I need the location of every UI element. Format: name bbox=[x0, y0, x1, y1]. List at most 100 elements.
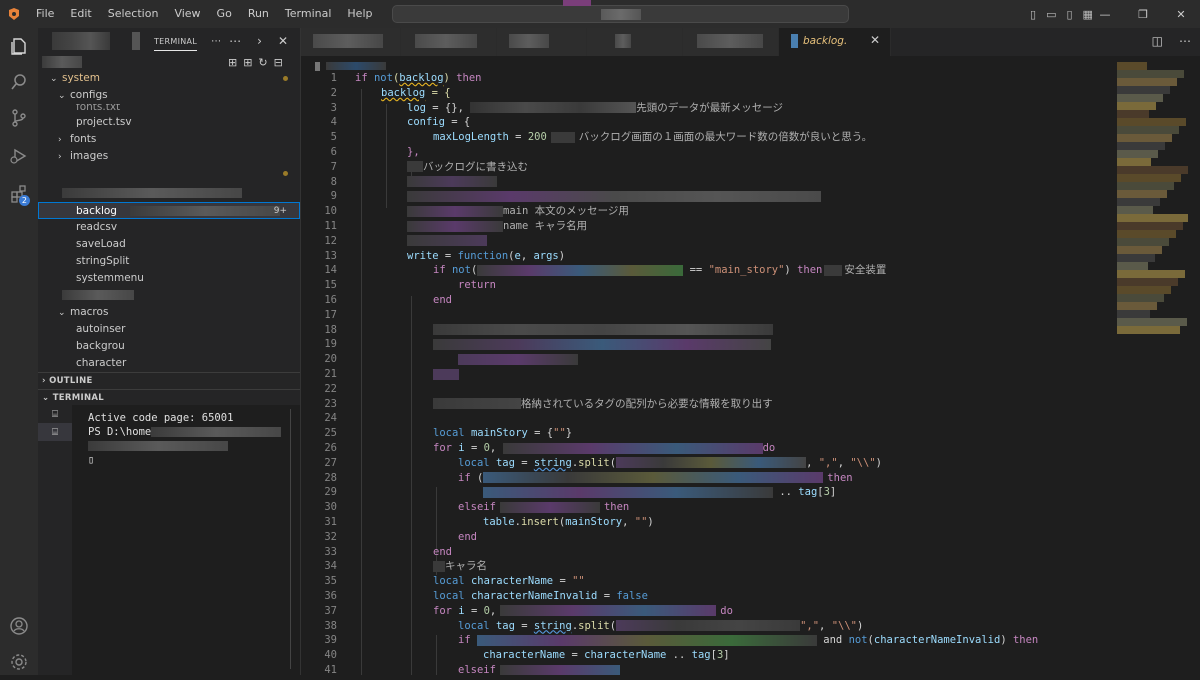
redacted-block bbox=[130, 206, 281, 216]
chevron-down-icon: ⌄ bbox=[58, 308, 66, 318]
minimap-block bbox=[1117, 326, 1180, 334]
minimap-block bbox=[1117, 102, 1156, 110]
token: local bbox=[433, 590, 471, 602]
toggle-primary-sidebar-icon[interactable]: ▯ bbox=[1030, 8, 1036, 21]
token: tag bbox=[691, 649, 711, 662]
source-control-icon[interactable] bbox=[0, 100, 38, 136]
token: , bbox=[806, 456, 819, 469]
tree-file-stringsplit[interactable]: stringSplit bbox=[38, 253, 300, 270]
menu-file[interactable]: File bbox=[28, 0, 62, 28]
editor-tab[interactable] bbox=[497, 28, 587, 56]
menu-terminal[interactable]: Terminal bbox=[277, 0, 340, 28]
minimap-block bbox=[1117, 142, 1165, 150]
tree-file-backlog[interactable]: backlog 9+ bbox=[38, 202, 300, 219]
redacted-block bbox=[42, 56, 82, 68]
menu-edit[interactable]: Edit bbox=[62, 0, 99, 28]
terminal-instance-icon[interactable]: ⌸ bbox=[38, 423, 72, 441]
restore-icon[interactable]: ❐ bbox=[1124, 8, 1162, 21]
editor-tab[interactable] bbox=[683, 28, 779, 56]
terminal-panel[interactable]: ⌸ ⌸ Active code page: 65001 PS D:\home ▯ bbox=[38, 405, 300, 675]
minimap-block bbox=[1117, 262, 1148, 270]
token: not bbox=[373, 72, 393, 84]
account-icon[interactable] bbox=[0, 608, 38, 644]
line-number: 18 bbox=[324, 323, 337, 336]
token: end bbox=[458, 530, 477, 543]
split-editor-icon[interactable]: ◫ bbox=[1152, 34, 1163, 48]
outline-section-header[interactable]: › OUTLINE bbox=[38, 372, 300, 389]
chevron-right-icon: › bbox=[42, 376, 50, 386]
extensions-icon[interactable]: 2 bbox=[0, 176, 38, 212]
tree-file-project-tsv[interactable]: project.tsv bbox=[38, 114, 300, 131]
toggle-panel-icon[interactable]: ▭ bbox=[1046, 8, 1056, 21]
tab-backlog[interactable]: backlog. ✕ bbox=[779, 28, 891, 56]
token: local bbox=[458, 456, 496, 469]
tree-folder-configs[interactable]: ⌄ configs bbox=[38, 87, 300, 104]
menu-help[interactable]: Help bbox=[339, 0, 380, 28]
code-editor[interactable]: 1 2 3 4 5 6 7 8 9 10 11 12 13 14 15 16 17 18 19 20 21 22 23 24 2… bbox=[301, 71, 1121, 675]
minimap-block bbox=[1117, 110, 1149, 118]
tree-redacted-folder[interactable] bbox=[38, 185, 300, 202]
line-number: 17 bbox=[324, 308, 337, 321]
minimap-block bbox=[1117, 318, 1187, 326]
close-icon[interactable]: ✕ bbox=[278, 34, 288, 48]
menu-selection[interactable]: Selection bbox=[100, 0, 167, 28]
minimap-block bbox=[1117, 158, 1151, 166]
menu-view[interactable]: View bbox=[166, 0, 208, 28]
tree-file-systemmenu[interactable]: systemmenu bbox=[38, 270, 300, 287]
more-actions-icon[interactable]: ⋯ bbox=[1179, 34, 1191, 48]
editor-tab[interactable] bbox=[401, 28, 497, 56]
more-icon[interactable]: ⋯ bbox=[229, 34, 241, 48]
terminal-section-header[interactable]: ⌄ TERMINAL bbox=[38, 389, 300, 406]
indent-guide bbox=[411, 296, 412, 675]
token: not bbox=[451, 264, 471, 277]
tree-folder-images[interactable]: › images bbox=[38, 148, 300, 165]
tree-file-autoinser[interactable]: autoinser bbox=[38, 321, 300, 338]
tree-file-character[interactable]: character bbox=[38, 355, 300, 372]
redacted-block bbox=[88, 441, 228, 451]
tree-file-backgrou[interactable]: backgrou bbox=[38, 338, 300, 355]
editor-scrollbar[interactable] bbox=[1188, 62, 1200, 675]
tree-file-saveload[interactable]: saveLoad bbox=[38, 236, 300, 253]
token: = bbox=[514, 456, 534, 469]
close-window-icon[interactable]: ✕ bbox=[1162, 8, 1200, 21]
terminal-instance-icon[interactable]: ⌸ bbox=[38, 405, 72, 423]
token: characterName bbox=[483, 649, 566, 662]
terminal-output[interactable]: Active code page: 65001 PS D:\home ▯ bbox=[88, 411, 282, 467]
editor-tab[interactable] bbox=[301, 28, 401, 56]
code-line-1: if not(backlog) then bbox=[355, 71, 481, 86]
tree-label: backlog bbox=[76, 205, 117, 217]
menu-go[interactable]: Go bbox=[209, 0, 240, 28]
minimap-block bbox=[1117, 70, 1184, 78]
minimap[interactable] bbox=[1117, 62, 1191, 675]
tab-terminal[interactable]: TERMINAL bbox=[154, 31, 198, 51]
editor-tab[interactable] bbox=[587, 28, 683, 56]
minimize-icon[interactable]: — bbox=[1086, 8, 1124, 21]
tree-folder-macros[interactable]: ⌄ macros bbox=[38, 304, 300, 321]
token: characterNameInvalid bbox=[470, 590, 598, 602]
terminal-scrollbar[interactable] bbox=[290, 409, 291, 669]
search-icon[interactable] bbox=[0, 64, 38, 100]
explorer-icon[interactable] bbox=[0, 28, 38, 64]
token: characterNameInvalid bbox=[873, 634, 1001, 647]
tree-folder-fonts[interactable]: › fonts bbox=[38, 131, 300, 148]
command-center-search[interactable] bbox=[392, 0, 849, 23]
minimap-block bbox=[1117, 270, 1185, 278]
tree-label: fonts bbox=[70, 133, 97, 145]
close-icon[interactable]: ✕ bbox=[870, 33, 880, 47]
explorer-actions[interactable]: ⊞⊞↻⊟ bbox=[228, 54, 289, 71]
redacted-block bbox=[499, 501, 600, 513]
token: 200 bbox=[527, 131, 547, 144]
toggle-secondary-sidebar-icon[interactable]: ▯ bbox=[1066, 8, 1072, 21]
menu-run[interactable]: Run bbox=[240, 0, 277, 28]
tree-folder-system[interactable]: ⌄ system bbox=[38, 70, 300, 87]
tree-file-fonts-txt[interactable]: fonts.txt bbox=[38, 104, 300, 114]
comment: main 本文のメッセージ用 bbox=[503, 205, 629, 218]
redacted-block bbox=[616, 457, 807, 469]
tree-file-readcsv[interactable]: readcsv bbox=[38, 219, 300, 236]
token: maxLogLength bbox=[433, 131, 509, 144]
file-tree: ⌄ system ⌄ configs fonts.txt project.tsv ›… bbox=[38, 70, 300, 406]
terminal-line: Active code page: 65001 bbox=[88, 412, 234, 424]
run-debug-icon[interactable] bbox=[0, 138, 38, 174]
more-actions-icon[interactable]: ⋯ bbox=[211, 36, 221, 47]
chevron-right-icon[interactable]: › bbox=[257, 34, 262, 48]
